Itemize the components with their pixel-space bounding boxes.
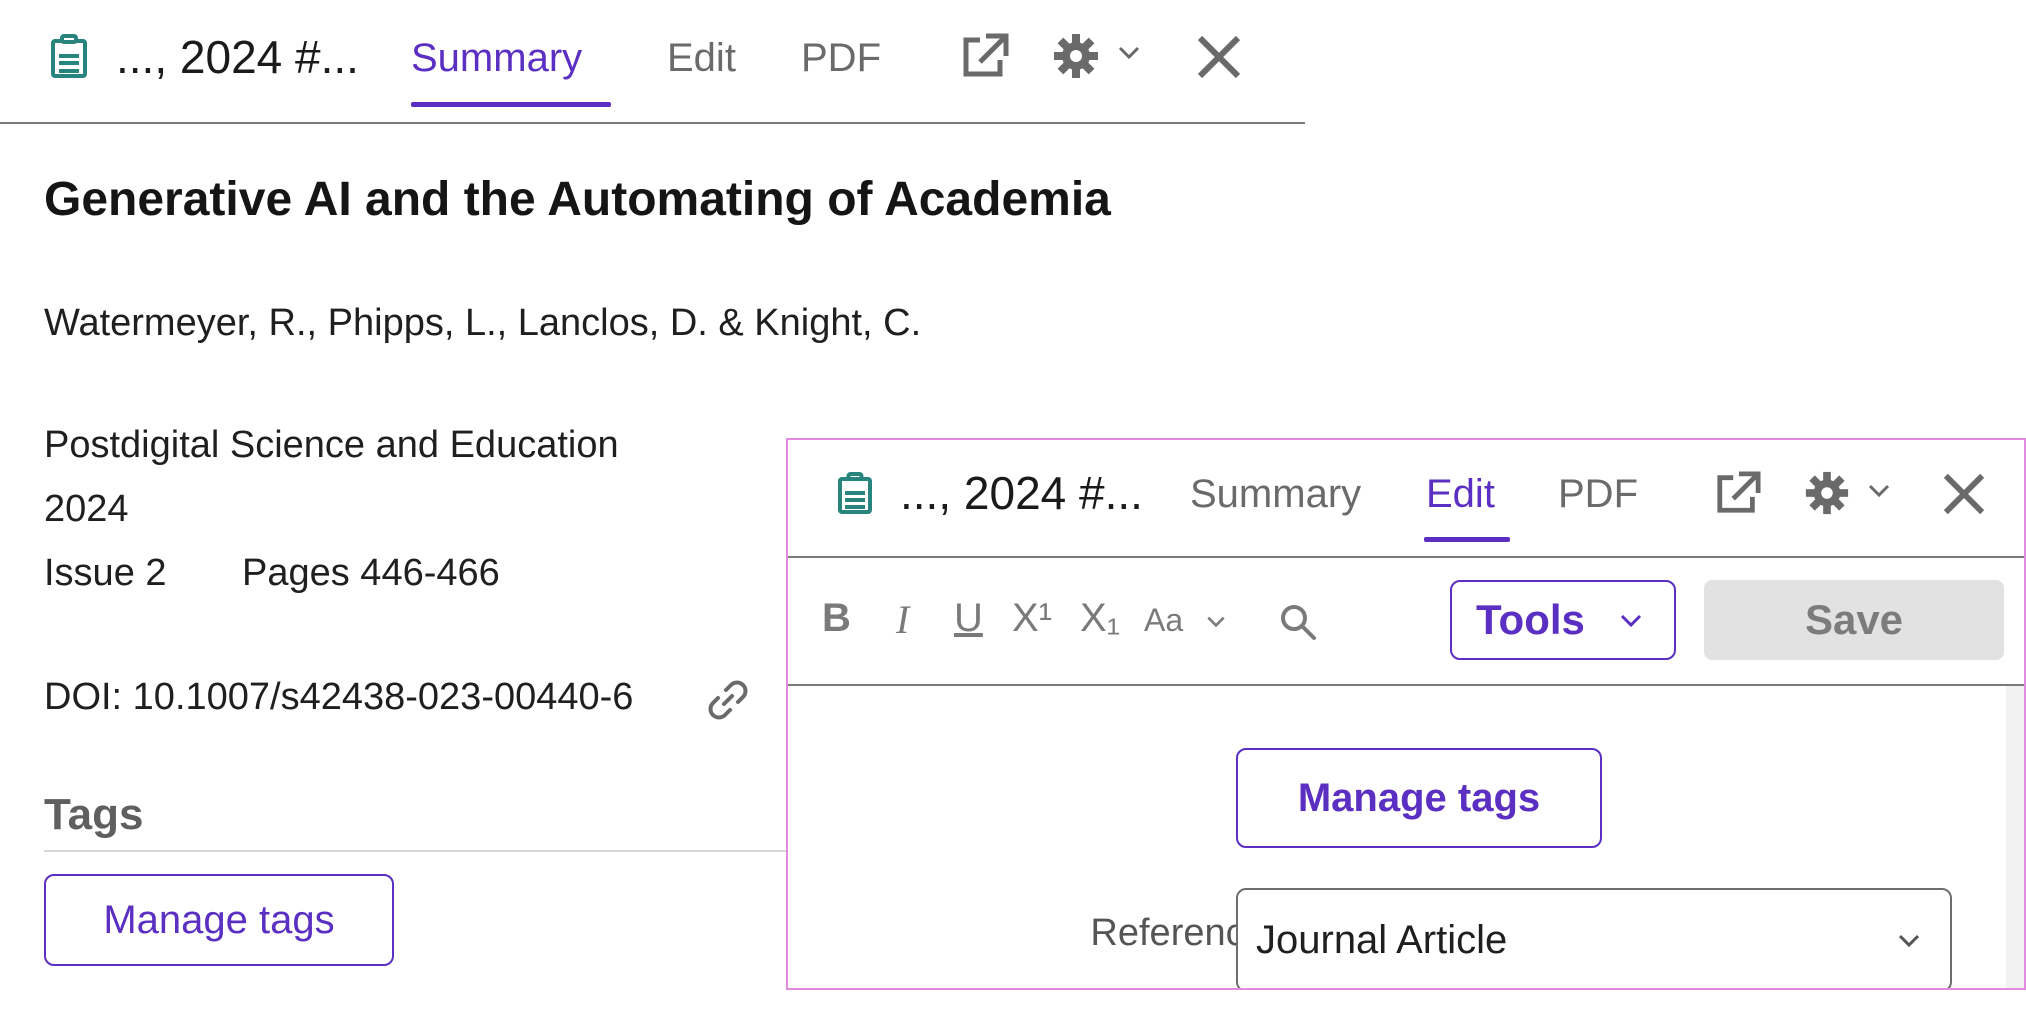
- manage-tags-button[interactable]: Manage tags: [1236, 748, 1602, 848]
- link-icon[interactable]: [706, 678, 750, 722]
- reference-short-title[interactable]: ..., 2024 #...: [116, 30, 359, 84]
- open-external-icon[interactable]: [1714, 470, 1762, 516]
- superscript-button[interactable]: X¹: [1012, 596, 1052, 641]
- close-icon[interactable]: [1196, 34, 1242, 80]
- edit-panel: ..., 2024 #... Summary Edit PDF B I U X¹…: [786, 438, 2026, 990]
- reference-short-title[interactable]: ..., 2024 #...: [900, 466, 1143, 520]
- tab-summary[interactable]: Summary: [411, 36, 582, 81]
- tab-edit[interactable]: Edit: [667, 36, 736, 81]
- subscript-button[interactable]: X₁: [1080, 596, 1120, 641]
- tab-summary[interactable]: Summary: [1190, 472, 1361, 517]
- clipboard-icon: [51, 34, 87, 78]
- editor-toolbar: B I U X¹ X₁ Aa Tools Save: [788, 558, 2024, 686]
- panel-header: ..., 2024 #... Summary Edit PDF: [0, 0, 1305, 124]
- reference-type-select[interactable]: Journal Article: [1236, 888, 1952, 988]
- clipboard-icon: [838, 472, 872, 514]
- active-tab-indicator: [1424, 537, 1510, 542]
- save-button[interactable]: Save: [1704, 580, 2004, 660]
- tab-pdf[interactable]: PDF: [1558, 472, 1638, 517]
- reference-pages: Pages 446-466: [242, 552, 500, 594]
- tags-heading: Tags: [44, 790, 144, 839]
- text-case-button[interactable]: Aa: [1144, 602, 1183, 639]
- italic-button[interactable]: I: [896, 596, 909, 643]
- gear-icon[interactable]: [1804, 470, 1850, 516]
- reference-issue: Issue 2: [44, 552, 167, 594]
- tools-dropdown[interactable]: Tools: [1450, 580, 1676, 660]
- chevron-down-icon[interactable]: [1868, 484, 1890, 498]
- reference-journal: Postdigital Science and Education: [44, 424, 619, 466]
- reference-type-value: Journal Article: [1256, 917, 1508, 962]
- chevron-down-icon: [1898, 934, 1920, 948]
- reference-authors: Watermeyer, R., Phipps, L., Lanclos, D. …: [44, 302, 922, 344]
- gear-icon[interactable]: [1052, 32, 1100, 80]
- scrollbar[interactable]: [2006, 686, 2024, 988]
- bold-button[interactable]: B: [822, 596, 851, 641]
- tab-edit[interactable]: Edit: [1426, 472, 1495, 517]
- active-tab-indicator: [411, 102, 611, 107]
- close-icon[interactable]: [1942, 472, 1986, 516]
- tools-label: Tools: [1476, 596, 1585, 643]
- reference-title: Generative AI and the Automating of Acad…: [44, 173, 1111, 226]
- reference-doi: DOI: 10.1007/s42438-023-00440-6: [44, 676, 634, 718]
- open-external-icon[interactable]: [960, 32, 1010, 80]
- underline-button[interactable]: U: [954, 596, 983, 641]
- divider: [44, 850, 804, 852]
- search-icon[interactable]: [1278, 602, 1318, 642]
- reference-year: 2024: [44, 488, 129, 530]
- chevron-down-icon[interactable]: [1118, 46, 1140, 60]
- tab-pdf[interactable]: PDF: [801, 36, 881, 81]
- panel-header: ..., 2024 #... Summary Edit PDF: [788, 440, 2024, 558]
- chevron-down-icon: [1620, 614, 1642, 628]
- manage-tags-button[interactable]: Manage tags: [44, 874, 394, 966]
- chevron-down-icon[interactable]: [1206, 616, 1226, 628]
